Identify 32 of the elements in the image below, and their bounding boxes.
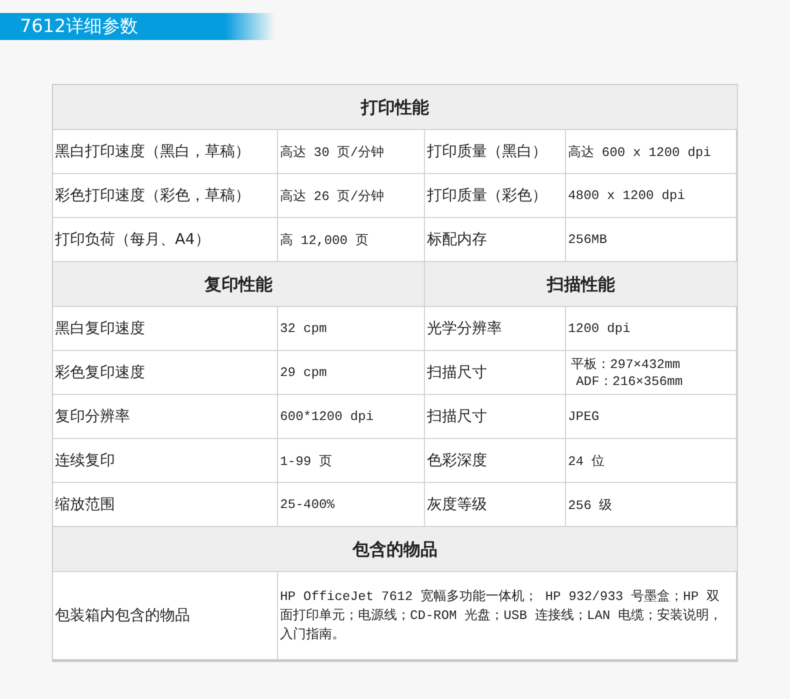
section-title-banner: 7612详细参数 <box>0 13 275 40</box>
section-heading: 扫描性能 <box>425 262 738 307</box>
spec-value: 29 cpm <box>278 351 425 395</box>
spec-value: JPEG <box>566 395 738 439</box>
spec-value: 32 cpm <box>278 307 425 351</box>
section-heading: 包含的物品 <box>53 527 738 572</box>
spec-value: 高达 30 页/分钟 <box>278 130 425 174</box>
spec-value: 4800 x 1200 dpi <box>566 174 738 218</box>
spec-label: 光学分辨率 <box>425 307 566 351</box>
section-heading: 打印性能 <box>53 85 738 130</box>
value-text: ADF：216×356mm <box>575 372 683 390</box>
spec-label: 色彩深度 <box>425 439 566 483</box>
spec-value: 24 位 <box>566 439 738 483</box>
spec-label: 扫描尺寸 <box>425 351 566 395</box>
spec-value: 1200 dpi <box>566 307 738 351</box>
spec-value: HP OfficeJet 7612 宽幅多功能一体机； HP 932/933 号墨盒；HP 双面打印单元；电源线；CD-ROM 光盘；USB 连接线；LAN 电缆；安装说明，入门指南。 <box>278 572 738 660</box>
spec-label: 连续复印 <box>53 439 278 483</box>
spec-label: 黑白复印速度 <box>53 307 278 351</box>
spec-label: 彩色复印速度 <box>53 351 278 395</box>
spec-value: 高达 600 x 1200 dpi <box>566 130 738 174</box>
spec-label: 打印质量（彩色） <box>425 174 566 218</box>
spec-label: 彩色打印速度（彩色，草稿） <box>53 174 278 218</box>
spec-value: 600*1200 dpi <box>278 395 425 439</box>
spec-label: 打印质量（黑白） <box>425 130 566 174</box>
spec-label: 黑白打印速度（黑白，草稿） <box>53 130 278 174</box>
section-heading: 复印性能 <box>53 262 425 307</box>
spec-label: 扫描尺寸 <box>425 395 566 439</box>
spec-value: 1-99 页 <box>278 439 425 483</box>
spec-label: 包装箱内包含的物品 <box>53 572 278 660</box>
spec-label: 复印分辨率 <box>53 395 278 439</box>
value-text: 平板：297×432mm <box>570 356 680 372</box>
spec-value: 高达 26 页/分钟 <box>278 174 425 218</box>
